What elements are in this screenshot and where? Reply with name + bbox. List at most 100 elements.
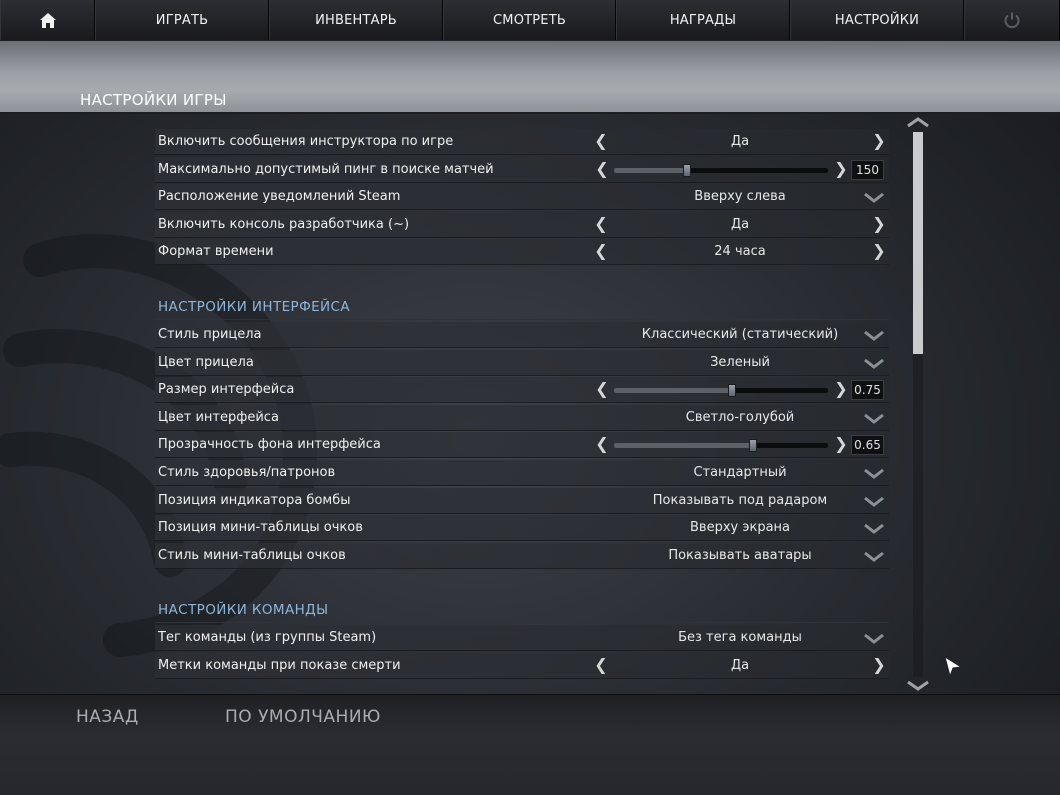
power-button[interactable] [964,0,1060,40]
dropdown-value[interactable]: Показывать под радаром [635,493,845,508]
setting-row: Включить консоль разработчика (~) ❮ Да ❯ [155,211,889,238]
setting-row: Формат времени ❮ 24 часа ❯ [155,239,889,266]
slider-value-field[interactable]: 0.65 [851,435,884,456]
dropdown-value[interactable]: Стандартный [635,465,845,480]
arrow-left-icon[interactable]: ❮ [594,132,608,150]
arrow-left-icon[interactable]: ❮ [594,214,608,233]
chevron-down-icon[interactable] [863,326,885,344]
setting-label: Стиль мини-таблицы очков [158,547,346,563]
chevron-down-icon[interactable] [863,492,885,510]
arrow-left-icon[interactable]: ❮ [595,380,609,398]
arrow-right-icon[interactable]: ❯ [872,242,886,260]
setting-row: Размер интерфейса ❮ ❯ 0.75 [155,377,889,404]
slider-thumb[interactable] [749,439,758,453]
slider-track[interactable] [614,439,828,453]
section-header-hud: НАСТРОЙКИ ИНТЕРФЕЙСА [155,294,889,320]
dropdown-value[interactable]: Без тега команды [635,630,845,645]
setting-label: Цвет прицела [158,354,254,370]
arrow-left-icon[interactable]: ❮ [595,435,609,453]
setting-row: Метки команды при показе смерти ❮ Да ❯ [155,652,889,679]
setting-label: Максимально допустимый пинг в поиске мат… [158,161,494,177]
page-title: НАСТРОЙКИ ИГРЫ [80,91,227,109]
setting-label: Позиция мини-таблицы очков [158,520,363,536]
setting-row: Позиция индикатора бомбы Показывать под р… [155,487,889,514]
setting-row: Тег команды (из группы Steam) Без тега ко… [155,625,889,651]
nav-home-button[interactable] [0,0,95,40]
dropdown-value[interactable]: Классический (статический) [635,327,845,342]
dropdown-value[interactable]: Вверху экрана [635,520,845,535]
setting-label: Метки команды при показе смерти [158,657,401,673]
setting-label: Формат времени [158,244,274,260]
slider-thumb[interactable] [727,384,736,398]
setting-row: Максимально допустимый пинг в поиске мат… [155,156,889,183]
arrow-left-icon[interactable]: ❮ [595,159,609,178]
chevron-down-icon[interactable] [863,629,885,647]
setting-label: Включить сообщения инструктора по игре [158,134,454,149]
setting-row: Позиция мини-таблицы очков Вверху экрана [155,515,889,542]
chevron-down-icon[interactable] [863,464,885,482]
setting-row: Цвет прицела Зеленый [155,349,889,376]
setting-row: Стиль мини-таблицы очков Показывать авата… [155,542,889,569]
slider-fill [614,388,732,394]
option-value[interactable]: Да [635,217,845,232]
home-icon [39,12,56,28]
section-title: НАСТРОЙКИ ИНТЕРФЕЙСА [158,299,350,315]
nav-watch-button[interactable]: СМОТРЕТЬ [443,0,616,40]
slider-thumb[interactable] [682,163,691,177]
arrow-right-icon[interactable]: ❯ [834,380,848,398]
slider-value-field[interactable]: 0.75 [851,380,884,401]
setting-row: Цвет интерфейса Светло-голубой [155,404,889,431]
setting-label: Цвет интерфейса [158,409,279,425]
dropdown-value[interactable]: Вверху слева [635,189,845,204]
chevron-down-icon[interactable] [863,188,885,206]
setting-label: Прозрачность фона интерфейса [158,437,381,453]
dropdown-value[interactable]: Зеленый [635,355,845,370]
chevron-down-icon[interactable] [863,409,885,427]
arrow-left-icon[interactable]: ❮ [594,655,608,674]
setting-label: Тег команды (из группы Steam) [158,630,377,645]
slider-fill [614,167,687,173]
option-value[interactable]: Да [635,134,845,149]
slider-track[interactable] [614,384,828,398]
slider-track[interactable] [614,163,828,177]
header-banner: НАСТРОЙКИ ИГРЫ [0,41,1060,114]
dropdown-value[interactable]: Светло-голубой [635,410,845,425]
setting-row: Стиль здоровья/патронов Стандартный [155,460,889,486]
setting-row: Стиль прицела Классический (статический) [155,322,889,348]
section-header-team: НАСТРОЙКИ КОМАНДЫ [155,597,889,623]
nav-play-button[interactable]: ИГРАТЬ [95,0,269,40]
arrow-right-icon[interactable]: ❯ [872,655,886,674]
setting-label: Позиция индикатора бомбы [158,492,351,508]
chevron-down-icon[interactable] [863,354,885,372]
arrow-right-icon[interactable]: ❯ [872,132,886,150]
restore-defaults-button[interactable]: ПО УМОЛЧАНИЮ [225,707,381,727]
arrow-right-icon[interactable]: ❯ [872,214,886,233]
option-value[interactable]: Да [635,658,845,673]
back-button[interactable]: НАЗАД [76,707,139,727]
mouse-cursor-icon [944,656,963,678]
dropdown-value[interactable]: Показывать аватары [635,548,845,563]
arrow-right-icon[interactable]: ❯ [834,159,848,178]
chevron-down-icon[interactable] [863,519,885,537]
slider-fill [614,443,754,449]
power-icon [1004,12,1020,29]
footer-bar: НАЗАД ПО УМОЛЧАНИЮ [0,694,1060,795]
scrollbar-thumb[interactable] [913,132,923,354]
slider-value-field[interactable]: 150 [851,159,884,180]
nav-settings-button[interactable]: НАСТРОЙКИ [790,0,964,40]
setting-label: Включить консоль разработчика (~) [158,216,410,232]
nav-inventory-button[interactable]: ИНВЕНТАРЬ [269,0,443,40]
top-navigation: ИГРАТЬ ИНВЕНТАРЬ СМОТРЕТЬ НАГРАДЫ НАСТРО… [0,0,1060,40]
setting-label: Стиль здоровья/патронов [158,465,336,480]
option-value[interactable]: 24 часа [635,244,845,259]
setting-label: Размер интерфейса [158,382,295,398]
nav-rewards-button[interactable]: НАГРАДЫ [616,0,790,40]
arrow-left-icon[interactable]: ❮ [594,242,608,260]
chevron-down-icon[interactable] [863,547,885,565]
setting-row: Расположение уведомлений Steam Вверху сле… [155,184,889,211]
arrow-right-icon[interactable]: ❯ [834,435,848,453]
scroll-down-arrow-icon[interactable] [906,680,930,692]
setting-label: Стиль прицела [158,327,262,342]
scroll-up-arrow-icon[interactable] [906,116,930,128]
section-title: НАСТРОЙКИ КОМАНДЫ [158,602,329,618]
